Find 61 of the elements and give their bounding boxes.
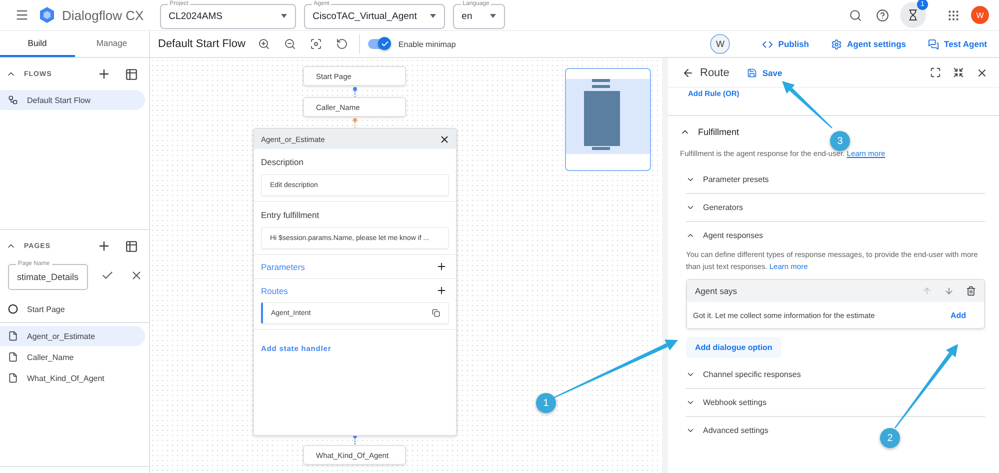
- add-button[interactable]: Add: [950, 310, 966, 320]
- select-value: CiscoTAC_Virtual_Agent: [312, 10, 417, 22]
- add-dialogue-option-button[interactable]: Add dialogue option: [686, 337, 782, 358]
- caret-icon: [430, 14, 436, 18]
- step-number-badge: 3: [830, 131, 850, 151]
- pointer-arrow: [782, 81, 832, 128]
- toolbar-action[interactable]: Agent settings: [826, 38, 910, 50]
- connector-line: [352, 87, 358, 98]
- save-icon: [747, 68, 758, 78]
- toolbar-action[interactable]: Test Agent: [924, 38, 991, 50]
- action-icon: [830, 38, 842, 50]
- hourglass-icon: [907, 9, 919, 21]
- page-item[interactable]: Start Page: [0, 299, 145, 319]
- collaborator-avatar: W: [710, 34, 730, 54]
- connector-line: [352, 118, 358, 129]
- add-icon[interactable]: [436, 285, 447, 296]
- action-icon: [762, 38, 774, 50]
- back-icon[interactable]: [682, 66, 694, 78]
- response-title: Agent says: [695, 286, 738, 296]
- section-heading: Parameters: [261, 262, 305, 272]
- logo-icon: [40, 7, 54, 23]
- section-toggle[interactable]: Generators: [686, 194, 985, 221]
- page-item[interactable]: Caller_Name: [0, 347, 145, 367]
- page-item[interactable]: What_Kind_Of_Agent: [0, 368, 145, 388]
- select-value: CL2024AMS: [168, 10, 223, 22]
- flow-item[interactable]: Default Start Flow: [0, 90, 145, 110]
- action-icon: [928, 38, 940, 50]
- toolbar-action[interactable]: Publish: [758, 38, 813, 50]
- save-button[interactable]: Save: [747, 68, 782, 78]
- delete-icon[interactable]: [966, 286, 976, 296]
- section-heading: Routes: [261, 286, 288, 296]
- step-number-badge: 2: [880, 428, 900, 448]
- move-down-icon[interactable]: [944, 286, 954, 296]
- page-item[interactable]: Agent_or_Estimate: [0, 326, 145, 346]
- section-toggle[interactable]: Webhook settings: [686, 389, 985, 416]
- field-value: stimate_Details: [17, 272, 79, 282]
- close-icon[interactable]: [439, 134, 450, 144]
- nav-tab[interactable]: Manage: [74, 31, 149, 57]
- file-icon: [8, 373, 18, 383]
- flow-icon: [8, 95, 18, 105]
- flow-title: Default Start Flow: [158, 38, 246, 50]
- app-title: Dialogflow CX: [62, 8, 144, 22]
- field-heading: Entry fulfillment: [261, 210, 320, 220]
- file-icon: [8, 352, 18, 362]
- nav-tab[interactable]: Build: [0, 31, 74, 57]
- section-toggle[interactable]: Parameter presets: [686, 166, 985, 193]
- section-heading: Fulfillment: [698, 127, 740, 137]
- file-icon: [8, 331, 18, 341]
- circle-icon: [8, 304, 18, 314]
- section-toggle[interactable]: Channel specific responses: [686, 361, 985, 388]
- add-icon[interactable]: [436, 261, 447, 272]
- copy-icon: [432, 309, 440, 317]
- section-toggle[interactable]: Agent responses: [686, 222, 985, 249]
- caret-icon: [490, 14, 496, 18]
- check-icon: [380, 40, 389, 48]
- minimap-toggle[interactable]: [368, 39, 390, 49]
- select-value: en: [462, 10, 472, 22]
- caret-icon: [280, 14, 287, 18]
- field-heading: Description: [261, 157, 305, 167]
- panel-title: Route: [700, 66, 730, 78]
- toggle-label: Enable minimap: [398, 40, 456, 48]
